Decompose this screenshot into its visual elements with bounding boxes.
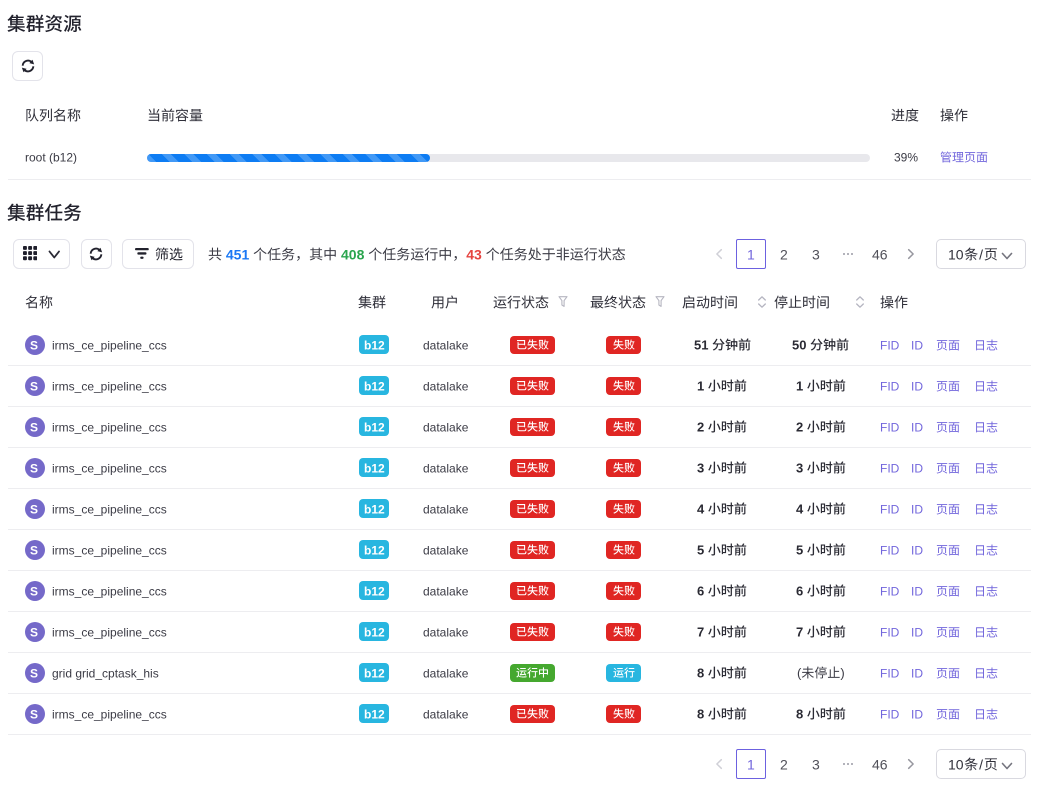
svg-text:S: S: [30, 707, 38, 721]
svg-text:S: S: [30, 502, 38, 516]
svg-text:46: 46: [872, 756, 888, 772]
svg-text:irms_ce_pipeline_ccs: irms_ce_pipeline_ccs: [52, 543, 167, 557]
svg-text:1: 1: [747, 756, 755, 772]
svg-text:51: 51: [694, 337, 708, 352]
svg-text:39%: 39%: [894, 151, 918, 165]
svg-text:4: 4: [796, 501, 804, 516]
svg-text:irms_ce_pipeline_ccs: irms_ce_pipeline_ccs: [52, 502, 167, 516]
svg-text:ID: ID: [911, 420, 923, 434]
svg-text:root (b12): root (b12): [25, 151, 77, 165]
svg-text:irms_ce_pipeline_ccs: irms_ce_pipeline_ccs: [52, 420, 167, 434]
svg-text:): ): [840, 665, 844, 680]
svg-text:5: 5: [796, 542, 803, 557]
svg-text:1: 1: [796, 378, 803, 393]
svg-text:datalake: datalake: [423, 666, 469, 680]
svg-text:7: 7: [796, 624, 803, 639]
svg-text:datalake: datalake: [423, 584, 469, 598]
svg-text:ID: ID: [911, 584, 923, 598]
svg-text:S: S: [30, 461, 38, 475]
svg-text:grid grid_cptask_his: grid grid_cptask_his: [52, 666, 159, 680]
svg-text:b12: b12: [364, 666, 385, 680]
svg-text:8: 8: [796, 706, 803, 721]
svg-text:ID: ID: [911, 379, 923, 393]
svg-text:S: S: [30, 625, 38, 639]
svg-text:b12: b12: [364, 584, 385, 598]
svg-text:irms_ce_pipeline_ccs: irms_ce_pipeline_ccs: [52, 584, 167, 598]
svg-text:datalake: datalake: [423, 338, 469, 352]
svg-text:3: 3: [796, 460, 803, 475]
svg-text:datalake: datalake: [423, 461, 469, 475]
svg-text:ID: ID: [911, 502, 923, 516]
svg-text:FID: FID: [880, 666, 900, 680]
svg-text:irms_ce_pipeline_ccs: irms_ce_pipeline_ccs: [52, 707, 167, 721]
svg-text:FID: FID: [880, 625, 900, 639]
svg-text:8: 8: [697, 706, 704, 721]
svg-text:/: /: [979, 246, 983, 262]
svg-text:2: 2: [780, 246, 788, 262]
svg-text:5: 5: [697, 542, 704, 557]
svg-text:datalake: datalake: [423, 625, 469, 639]
svg-text:1: 1: [747, 246, 755, 262]
svg-text:408: 408: [341, 246, 365, 262]
svg-text:(: (: [797, 665, 802, 680]
svg-text:FID: FID: [880, 379, 900, 393]
svg-text:FID: FID: [880, 707, 900, 721]
svg-text:S: S: [30, 379, 38, 393]
svg-text:S: S: [30, 420, 38, 434]
svg-text:3: 3: [697, 460, 704, 475]
svg-text:3: 3: [812, 246, 820, 262]
svg-text:FID: FID: [880, 502, 900, 516]
svg-text:10: 10: [948, 246, 964, 262]
svg-text:50: 50: [792, 337, 806, 352]
svg-text:8: 8: [697, 665, 704, 680]
svg-text:datalake: datalake: [423, 707, 469, 721]
svg-text:b12: b12: [364, 543, 385, 557]
svg-text:7: 7: [697, 624, 704, 639]
svg-text:FID: FID: [880, 420, 900, 434]
svg-text:ID: ID: [911, 461, 923, 475]
svg-text:S: S: [30, 666, 38, 680]
svg-text:1: 1: [697, 378, 704, 393]
svg-text:S: S: [30, 584, 38, 598]
svg-text:b12: b12: [364, 420, 385, 434]
svg-text:b12: b12: [364, 625, 385, 639]
svg-text:6: 6: [796, 583, 803, 598]
svg-text:irms_ce_pipeline_ccs: irms_ce_pipeline_ccs: [52, 379, 167, 393]
svg-text:/: /: [979, 756, 983, 772]
svg-text:datalake: datalake: [423, 379, 469, 393]
svg-text:6: 6: [697, 583, 704, 598]
svg-text:datalake: datalake: [423, 543, 469, 557]
svg-text:b12: b12: [364, 379, 385, 393]
svg-text:b12: b12: [364, 707, 385, 721]
svg-text:ID: ID: [911, 543, 923, 557]
svg-text:2: 2: [780, 756, 788, 772]
svg-text:datalake: datalake: [423, 420, 469, 434]
svg-text:S: S: [30, 338, 38, 352]
svg-text:2: 2: [796, 419, 803, 434]
svg-text:ID: ID: [911, 666, 923, 680]
svg-text:S: S: [30, 543, 38, 557]
svg-text:2: 2: [697, 419, 704, 434]
svg-text:451: 451: [226, 246, 250, 262]
svg-text:datalake: datalake: [423, 502, 469, 516]
svg-text:FID: FID: [880, 461, 900, 475]
svg-text:b12: b12: [364, 461, 385, 475]
svg-text:3: 3: [812, 756, 820, 772]
svg-text:FID: FID: [880, 584, 900, 598]
svg-text:4: 4: [697, 501, 705, 516]
svg-text:ID: ID: [911, 707, 923, 721]
svg-text:46: 46: [872, 246, 888, 262]
svg-text:ID: ID: [911, 625, 923, 639]
svg-text:FID: FID: [880, 543, 900, 557]
svg-text:ID: ID: [911, 338, 923, 352]
svg-text:FID: FID: [880, 338, 900, 352]
svg-text:irms_ce_pipeline_ccs: irms_ce_pipeline_ccs: [52, 625, 167, 639]
svg-text:10: 10: [948, 756, 964, 772]
svg-text:b12: b12: [364, 502, 385, 516]
svg-text:43: 43: [466, 246, 482, 262]
svg-text:irms_ce_pipeline_ccs: irms_ce_pipeline_ccs: [52, 461, 167, 475]
svg-text:b12: b12: [364, 338, 385, 352]
svg-text:irms_ce_pipeline_ccs: irms_ce_pipeline_ccs: [52, 338, 167, 352]
